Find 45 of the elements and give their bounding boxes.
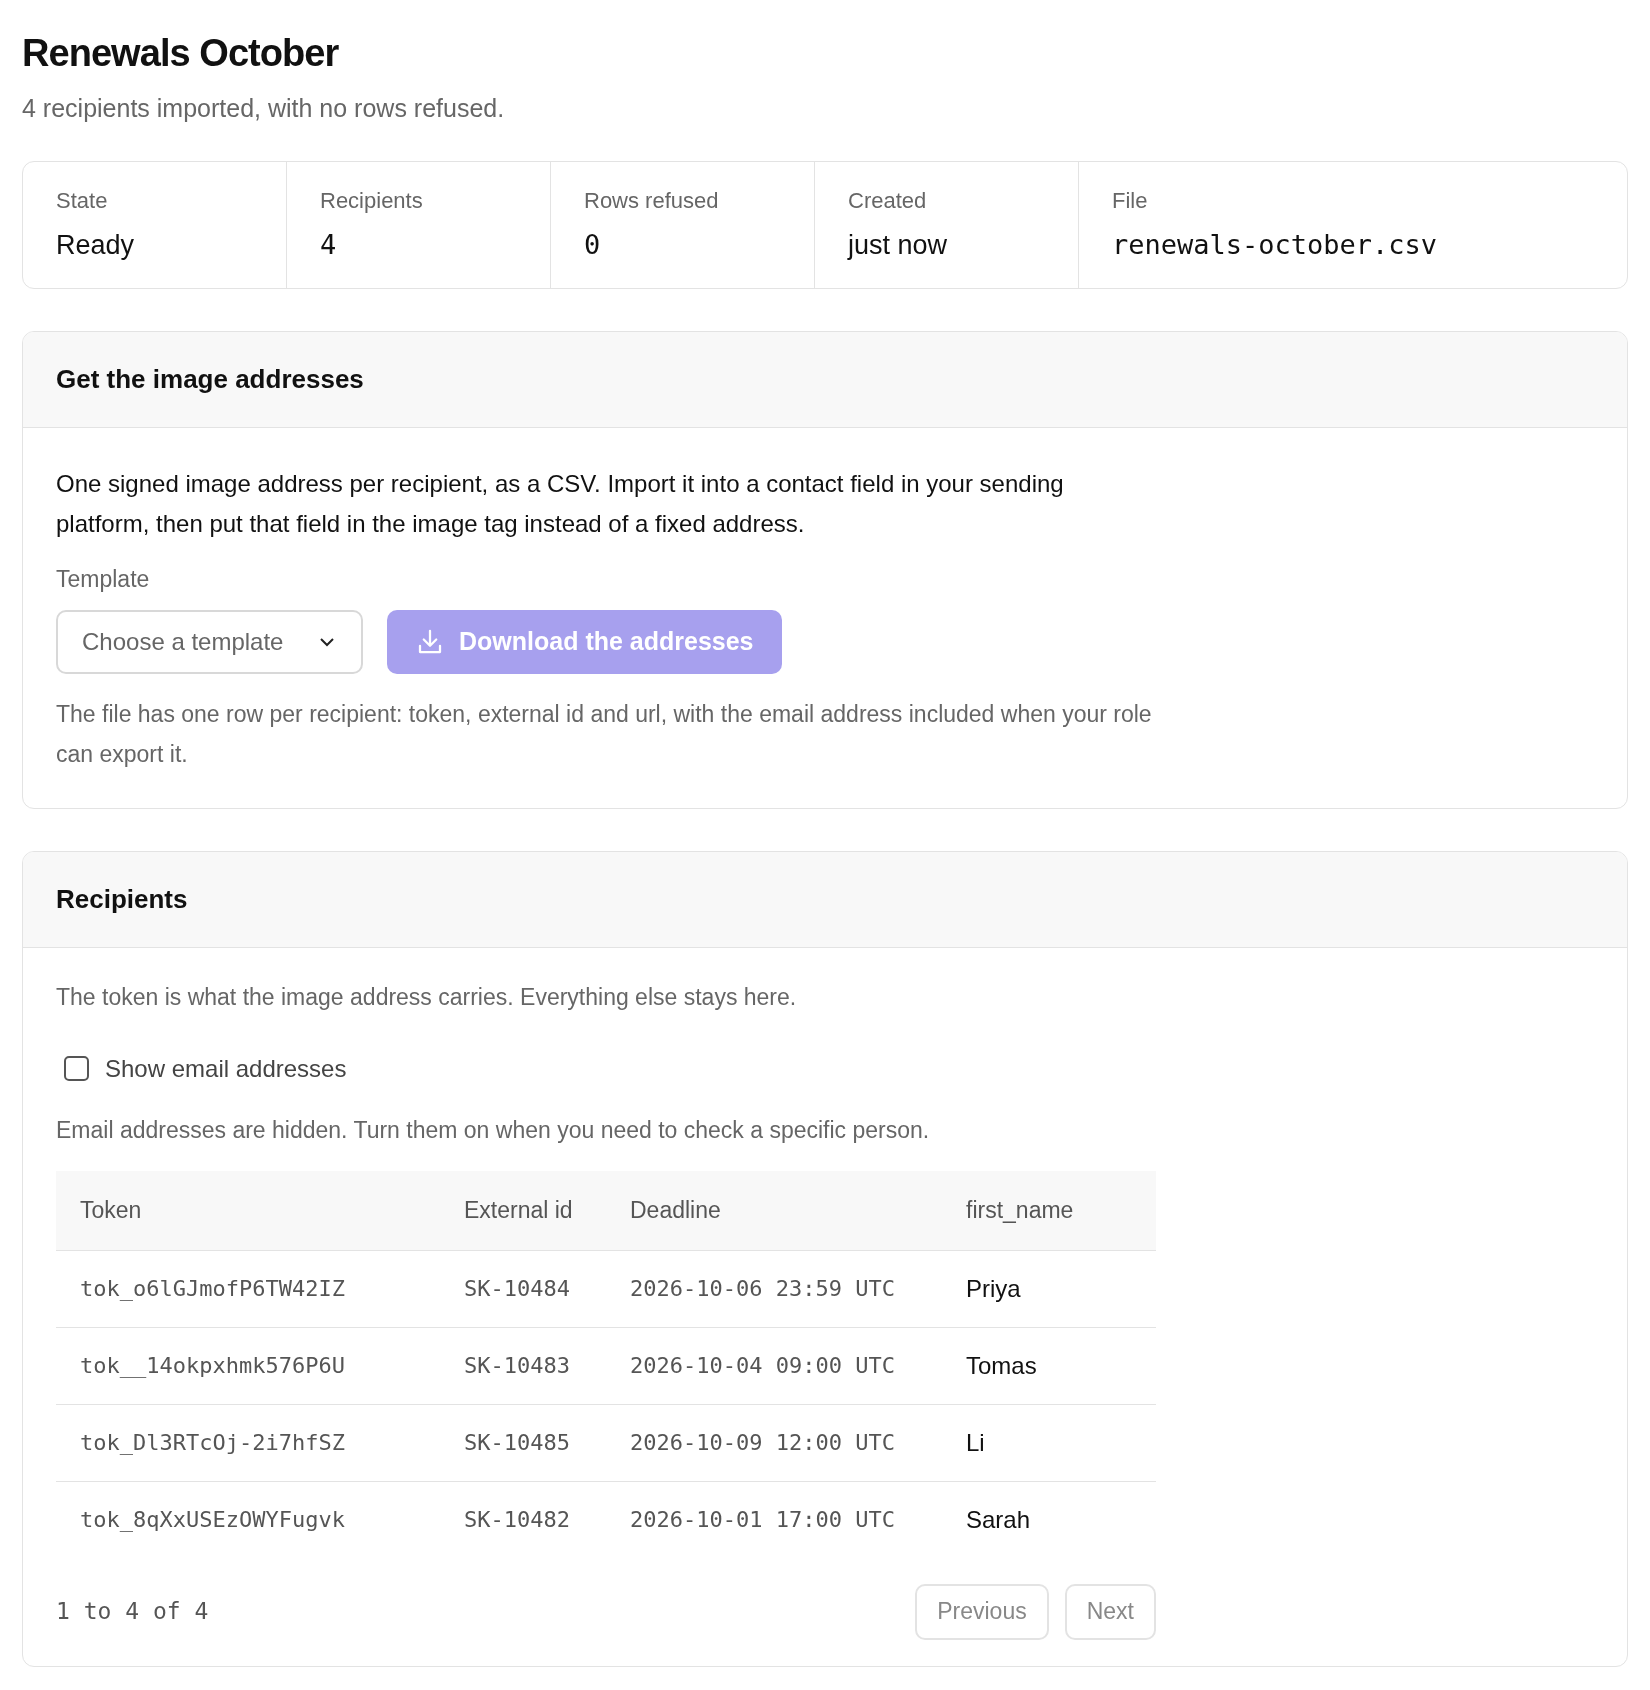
stat-label: Recipients (320, 187, 424, 215)
section-description: One signed image address per recipient, as a CSV. Import it into a contact field in your sending platform, then put that field in the image tag instead of a fixed address. (56, 468, 1065, 539)
stat-label: Rows refused (584, 187, 720, 215)
table-cell: SK-10485 (464, 1404, 630, 1481)
template-label: Template (56, 564, 151, 594)
template-select[interactable]: Choose a template (56, 610, 363, 674)
table-cell: Tomas (966, 1327, 1156, 1404)
column-header: first_name (966, 1171, 1156, 1250)
table-cell: 2026-10-04 09:00 UTC (630, 1327, 966, 1404)
hidden-note: Email addresses are hidden. Turn them on when you need to check a specific person. (56, 1115, 931, 1145)
stat-value: just now (848, 229, 949, 262)
table-cell: Sarah (966, 1481, 1156, 1558)
section-heading: Get the image addresses (56, 362, 365, 396)
page-title: Renewals October (22, 31, 340, 76)
table-cell: tok_o6lGJmofP6TW42IZ (56, 1250, 464, 1327)
table-cell: Priya (966, 1250, 1156, 1327)
table-cell: 2026-10-06 23:59 UTC (630, 1250, 966, 1327)
stat-value: 0 (584, 228, 602, 262)
pagination-summary: 1 to 4 of 4 (56, 1597, 209, 1627)
next-button[interactable]: Next (1064, 1583, 1156, 1640)
table-cell: 2026-10-01 17:00 UTC (630, 1481, 966, 1558)
table-cell: Li (966, 1404, 1156, 1481)
table-cell: SK-10484 (464, 1250, 630, 1327)
column-header: External id (464, 1171, 630, 1250)
section-description: The token is what the image address carries. Everything else stays here. (56, 983, 798, 1012)
column-header: Deadline (630, 1171, 966, 1250)
stat-label: State (56, 187, 109, 215)
stat-value: Ready (56, 229, 136, 262)
stat-value: 4 (320, 228, 338, 262)
table-cell: tok_Dl3RTcOj-2i7hfSZ (56, 1404, 464, 1481)
file-note: The file has one row per recipient: token, external id and url, with the email address included when your role can export it. (56, 700, 1153, 769)
table-cell: SK-10483 (464, 1327, 630, 1404)
stat-label: File (1112, 187, 1149, 215)
stat-label: Created (848, 187, 928, 215)
table-cell: SK-10482 (464, 1481, 630, 1558)
stat-value: renewals-october.csv (1112, 228, 1439, 262)
show-emails-checkbox[interactable] (64, 1056, 89, 1081)
section-heading: Recipients (56, 883, 189, 916)
previous-button[interactable]: Previous (915, 1583, 1049, 1640)
checkbox-label: Show email addresses (105, 1053, 347, 1084)
table-cell: tok__14okpxhmk576P6U (56, 1327, 464, 1404)
page-subtitle: 4 recipients imported, with no rows refused. (22, 92, 506, 124)
table-cell: tok_8qXxUSEzOWYFugvk (56, 1481, 464, 1558)
column-header: Token (56, 1171, 464, 1250)
table-cell: 2026-10-09 12:00 UTC (630, 1404, 966, 1481)
